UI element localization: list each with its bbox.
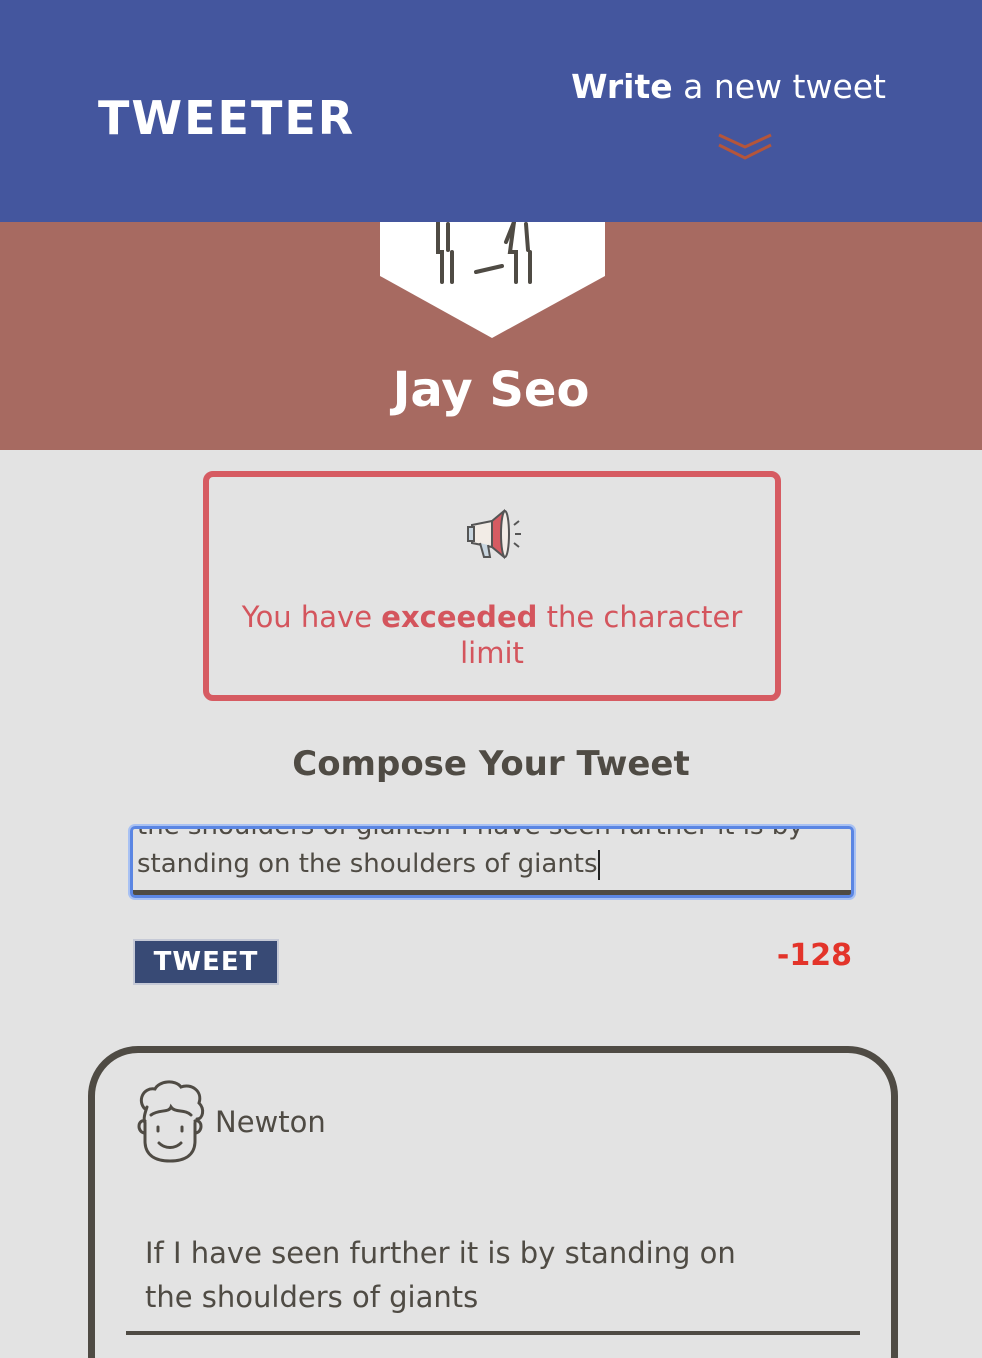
tweet-divider xyxy=(126,1331,860,1335)
tweet-textarea[interactable]: the shoulders of giantsIf I have seen fu… xyxy=(130,826,854,898)
text-caret xyxy=(597,849,600,880)
write-new-tweet-link[interactable]: Write a new tweet xyxy=(571,66,886,108)
curly-hair-face-icon xyxy=(137,1080,205,1163)
tweet-submit-button[interactable]: TWEET xyxy=(133,939,279,985)
input-underline xyxy=(133,890,851,895)
profile-section: Jay Seo xyxy=(0,222,982,450)
brand-logo[interactable]: TWEETER xyxy=(98,92,355,144)
error-message: You have exceeded the character limit xyxy=(209,599,775,671)
tweet-author[interactable]: Newton xyxy=(215,1103,326,1141)
page: TWEETER Write a new tweet Jay Seo You ha… xyxy=(0,0,982,1358)
megaphone-icon xyxy=(467,508,521,560)
tweet-content: If I have seen further it is by standing… xyxy=(145,1236,736,1314)
error-text-bold: exceeded xyxy=(381,600,538,634)
write-rest-label: a new tweet xyxy=(672,67,886,106)
compose-title: Compose Your Tweet xyxy=(292,744,690,784)
profile-name: Jay Seo xyxy=(392,362,590,418)
tweet-textarea-value: the shoulders of giantsIf I have seen fu… xyxy=(137,826,845,883)
double-chevron-down-icon[interactable] xyxy=(716,132,774,162)
person-avatar-icon xyxy=(380,222,605,338)
tweet-card: Newton If I have seen further it is by s… xyxy=(88,1046,898,1358)
character-counter: -128 xyxy=(776,938,852,973)
error-text-before: You have xyxy=(241,600,382,634)
character-limit-alert: You have exceeded the character limit xyxy=(203,471,781,701)
tweet-textarea-text: the shoulders of giantsIf I have seen fu… xyxy=(137,826,804,879)
top-navbar: TWEETER Write a new tweet xyxy=(0,0,982,222)
write-bold-label: Write xyxy=(571,67,673,106)
